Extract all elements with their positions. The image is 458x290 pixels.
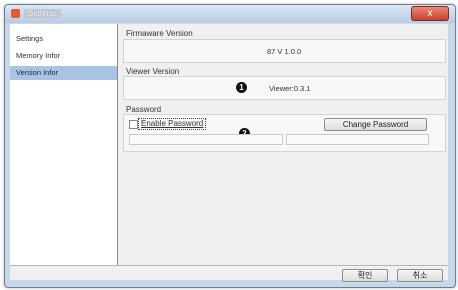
- cancel-button[interactable]: 취소: [397, 269, 443, 282]
- change-password-button[interactable]: Change Password: [324, 118, 427, 131]
- sidebar-item-version-infor[interactable]: Version Infor: [10, 66, 117, 80]
- enable-password-checkbox[interactable]: [129, 120, 138, 129]
- viewer-version-label: Viewer Version: [126, 67, 180, 76]
- firmware-version-value: 87 V 1.0.0: [267, 47, 302, 56]
- firmware-version-box: 87 V 1.0.0: [123, 39, 446, 63]
- ok-button[interactable]: 확인: [342, 269, 388, 282]
- version-info-panel: Firmaware Version 87 V 1.0.0 Viewer Vers…: [118, 24, 448, 265]
- close-button[interactable]: x: [411, 6, 449, 21]
- footer-divider: [10, 265, 448, 266]
- window-title: Settings: [24, 9, 61, 18]
- viewer-version-value: Viewer:0.3.1: [269, 84, 311, 93]
- password-box: Enable Password 2 Change Password: [123, 114, 446, 152]
- password-field[interactable]: [129, 134, 283, 145]
- close-icon: x: [427, 8, 433, 19]
- sidebar-item-memory-infor[interactable]: Memory Infor: [10, 49, 117, 63]
- settings-window: Settings x Settings Memory Infor Version…: [4, 4, 456, 288]
- firmware-version-label: Firmaware Version: [126, 29, 193, 38]
- title-bar[interactable]: Settings x: [5, 5, 455, 23]
- callout-marker-1: 1: [236, 82, 247, 93]
- dialog-body: Settings Memory Infor Version Infor Firm…: [10, 24, 448, 282]
- sidebar-item-settings[interactable]: Settings: [10, 32, 117, 46]
- confirm-password-field[interactable]: [286, 134, 429, 145]
- password-label: Password: [126, 105, 162, 114]
- settings-sidebar: Settings Memory Infor Version Infor: [10, 24, 118, 265]
- enable-password-label[interactable]: Enable Password: [138, 118, 207, 130]
- settings-app-icon: [11, 9, 20, 18]
- viewer-version-box: 1 Viewer:0.3.1: [123, 76, 446, 100]
